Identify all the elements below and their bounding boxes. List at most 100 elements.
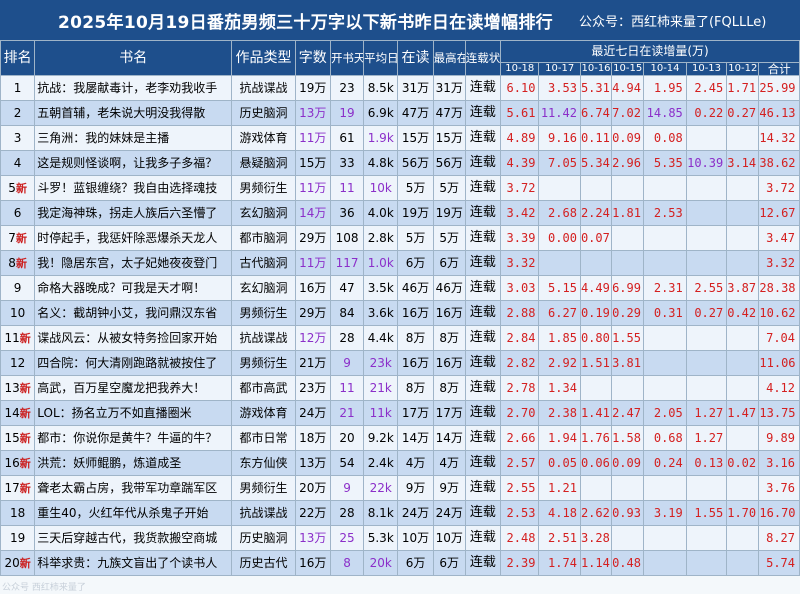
book-type: 都市脑洞: [231, 225, 296, 252]
reading-count: 5万: [397, 175, 434, 202]
daily-increase: 1.14: [579, 550, 613, 577]
table-row: 7新 时停起手，我惩奸除恶爆杀天龙人 都市脑洞 29万 108 2.8k 5万 5万 连载 3.3…: [0, 225, 800, 252]
new-badge: 新: [19, 431, 31, 445]
days-open: 84: [329, 300, 365, 327]
table-row: 19 三天后穿越古代，我货款搬空商城 历史脑洞 13万 25 5.3k 10万 10万 连载 2.…: [0, 525, 800, 552]
new-badge: 新: [19, 381, 31, 395]
daily-increase: [643, 175, 687, 202]
daily-increase: [643, 550, 687, 577]
daily-increase: 4.94: [611, 75, 645, 102]
total-increase: 28.38: [758, 275, 800, 302]
max-reading: 16万: [432, 300, 466, 327]
rank-number: 3: [13, 130, 22, 145]
serial-status: 连载: [464, 225, 502, 252]
daily-increase: [685, 175, 728, 202]
daily-increase: 6.99: [611, 275, 645, 302]
book-type: 古代脑洞: [231, 250, 296, 277]
serial-status: 连载: [464, 100, 502, 127]
reading-count: 15万: [397, 125, 434, 152]
serial-status: 连载: [464, 125, 502, 152]
rank-number: 14: [4, 405, 20, 420]
reading-count: 16万: [397, 350, 434, 377]
rank-number: 13: [4, 380, 20, 395]
word-count: 29万: [294, 300, 331, 327]
avg-daily: 2.8k: [363, 225, 399, 252]
daily-increase: 2.48: [500, 525, 540, 552]
word-count: 11万: [294, 175, 331, 202]
daily-increase: 1.27: [685, 425, 728, 452]
avg-daily: 8.5k: [363, 75, 399, 102]
new-badge: 新: [19, 331, 31, 345]
header-type: 作品类型: [231, 39, 296, 77]
rank-number: 1: [13, 80, 22, 95]
daily-increase: [726, 225, 760, 252]
daily-increase: [685, 525, 728, 552]
serial-status: 连载: [464, 250, 502, 277]
daily-increase: 3.42: [500, 200, 540, 227]
daily-increase: 2.66: [500, 425, 540, 452]
reading-count: 17万: [397, 400, 434, 427]
book-type: 玄幻脑洞: [231, 200, 296, 227]
book-type: 男频衍生: [231, 300, 296, 327]
serial-status: 连载: [464, 300, 502, 327]
avg-daily: 1.9k: [363, 125, 399, 152]
total-increase: 14.32: [758, 125, 800, 152]
title-bar: 2025年10月19日番茄男频三十万字以下新书昨日在读增幅排行 公众号：西红柿来…: [0, 0, 800, 40]
total-increase: 38.62: [758, 150, 800, 177]
max-reading: 47万: [432, 100, 466, 127]
table-row: 10 名义：截胡钟小艾，我问鼎汉东省 男频衍生 29万 84 3.6k 16万 16万 连载 2.…: [0, 300, 800, 327]
table-row: 20新 科举求贵：九族文盲出了个读书人 历史古代 16万 8 20k 6万 6万 连载 2.39 1…: [0, 550, 800, 577]
daily-increase: [643, 525, 687, 552]
serial-status: 连载: [464, 450, 502, 477]
word-count: 14万: [294, 200, 331, 227]
daily-increase: [579, 475, 613, 502]
daily-increase: 2.62: [579, 500, 613, 527]
rank-cell: 2: [0, 100, 36, 127]
daily-increase: 1.55: [611, 325, 645, 352]
total-increase: 3.72: [758, 175, 800, 202]
book-name: 命格大器晚成？可我是天才啊！: [34, 275, 233, 302]
daily-increase: 0.19: [579, 300, 613, 327]
daily-increase: 5.35: [643, 150, 687, 177]
avg-daily: 3.5k: [363, 275, 399, 302]
daily-increase: 2.45: [685, 75, 728, 102]
daily-increase: 2.31: [643, 275, 687, 302]
total-increase: 7.04: [758, 325, 800, 352]
reading-count: 19万: [397, 200, 434, 227]
table-row: 18 重生40，火红年代从杀鬼子开始 抗战谍战 22万 28 8.1k 24万 24万 连载 2.…: [0, 500, 800, 527]
days-open: 61: [329, 125, 365, 152]
daily-increase: [726, 350, 760, 377]
table-row: 11新 谍战风云：从被女特务捡回家开始 抗战谍战 12万 28 4.4k 8万 8万 连载 2.8…: [0, 325, 800, 352]
daily-increase: 2.70: [500, 400, 540, 427]
book-type: 男频衍生: [231, 350, 296, 377]
table-row: 8新 我！隐居东宫，太子妃她夜夜登门 古代脑洞 11万 117 1.0k 6万 6万 连载 3.3…: [0, 250, 800, 277]
daily-increase: [579, 375, 613, 402]
daily-increase: 2.57: [500, 450, 540, 477]
max-reading: 24万: [432, 500, 466, 527]
rank-cell: 16新: [0, 450, 36, 477]
daily-increase: 2.05: [643, 400, 687, 427]
serial-status: 连载: [464, 75, 502, 102]
header-reading: 在读: [397, 39, 434, 77]
days-open: 28: [329, 325, 365, 352]
new-badge: 新: [15, 256, 27, 270]
new-badge: 新: [15, 181, 27, 195]
daily-increase: 4.49: [579, 275, 613, 302]
daily-increase: 0.00: [538, 225, 581, 252]
header-days: 开书天数: [329, 39, 365, 77]
new-badge: 新: [19, 481, 31, 495]
serial-status: 连载: [464, 550, 502, 577]
daily-increase: [726, 125, 760, 152]
daily-increase: 3.81: [611, 350, 645, 377]
new-badge: 新: [19, 406, 31, 420]
book-name: LOL：扬名立万不如直播圈米: [34, 400, 233, 427]
days-open: 47: [329, 275, 365, 302]
daily-increase: 1.94: [538, 425, 581, 452]
total-increase: 13.75: [758, 400, 800, 427]
daily-increase: 2.53: [643, 200, 687, 227]
header-day: 10-16: [579, 61, 613, 77]
daily-increase: 2.92: [538, 350, 581, 377]
daily-increase: 0.24: [643, 450, 687, 477]
book-name: 三天后穿越古代，我货款搬空商城: [34, 525, 233, 552]
header-status: 连载状态: [464, 39, 502, 77]
